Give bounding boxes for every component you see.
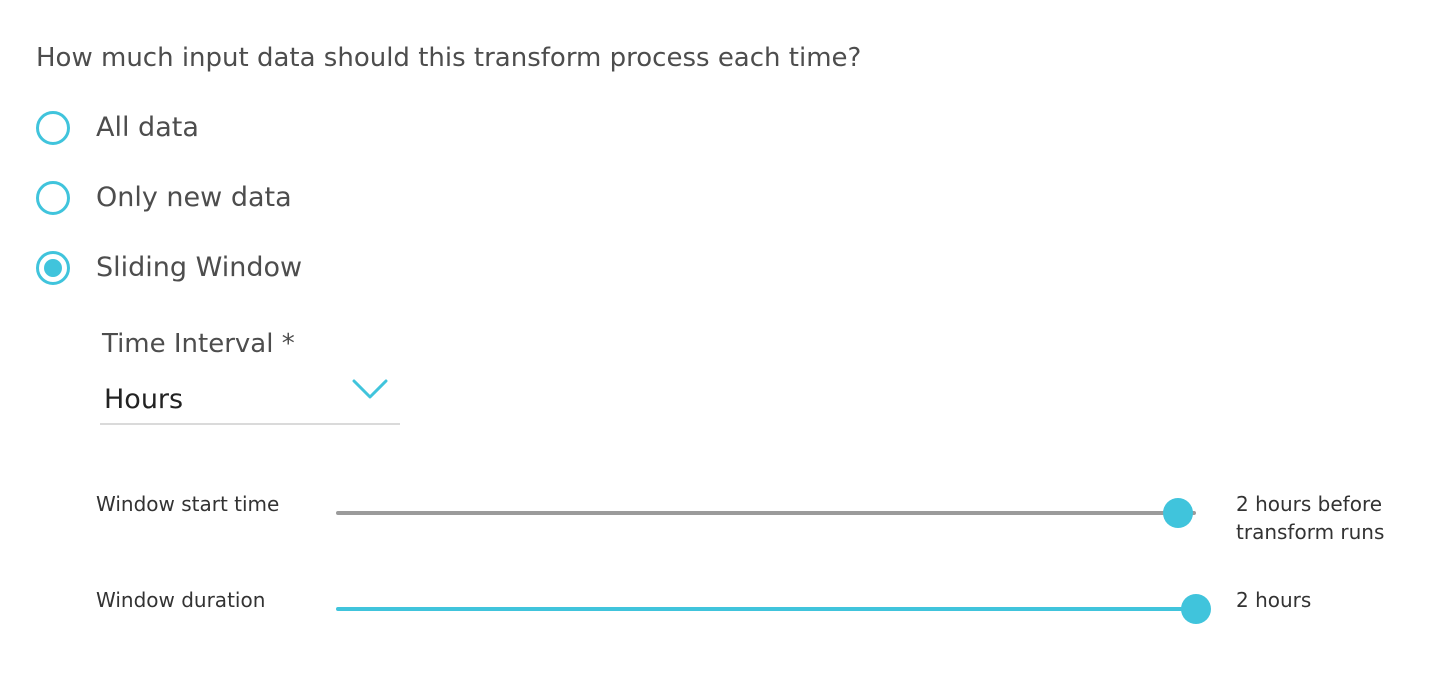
- chevron-down-icon[interactable]: [352, 378, 388, 400]
- window-start-track[interactable]: [336, 511, 1196, 515]
- question-heading: How much input data should this transfor…: [36, 43, 862, 73]
- radio-sliding-window[interactable]: Sliding Window: [36, 248, 302, 288]
- time-interval-select[interactable]: Hours: [100, 372, 400, 425]
- window-start-value-line1: 2 hours before: [1236, 492, 1383, 516]
- window-duration-value: 2 hours: [1236, 588, 1312, 612]
- radio-only-new-data[interactable]: Only new data: [36, 178, 292, 218]
- time-interval-label: Time Interval *: [102, 329, 295, 359]
- window-duration-thumb[interactable]: [1181, 594, 1211, 624]
- window-start-thumb[interactable]: [1163, 498, 1193, 528]
- radio-label: Sliding Window: [96, 252, 303, 283]
- window-start-value-line2: transform runs: [1236, 520, 1385, 544]
- time-interval-value: Hours: [104, 384, 184, 415]
- window-start-label: Window start time: [96, 492, 280, 516]
- radio-button[interactable]: [36, 181, 70, 215]
- radio-all-data[interactable]: All data: [36, 108, 199, 148]
- radio-label: All data: [96, 112, 199, 143]
- radio-button-selected[interactable]: [36, 251, 70, 285]
- window-start-value: 2 hours before transform runs: [1236, 490, 1384, 546]
- radio-label: Only new data: [96, 182, 292, 213]
- radio-button[interactable]: [36, 111, 70, 145]
- window-duration-track[interactable]: [336, 607, 1196, 611]
- radio-selected-dot: [44, 259, 62, 277]
- window-duration-label: Window duration: [96, 588, 266, 612]
